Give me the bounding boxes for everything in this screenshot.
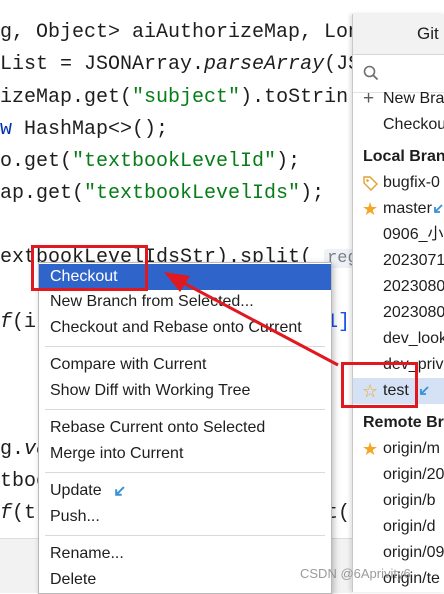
watermark: CSDN @6Aprivity6 <box>300 566 411 581</box>
annotation-arrow <box>164 272 339 367</box>
